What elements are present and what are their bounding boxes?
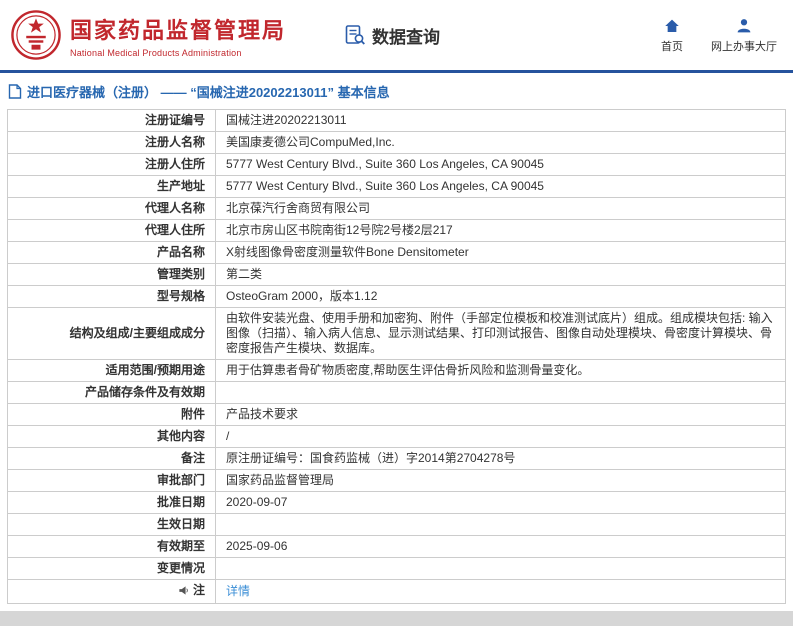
doc-magnifier-icon bbox=[345, 25, 365, 45]
table-row: 产品名称 X射线图像骨密度测量软件Bone Densitometer bbox=[7, 241, 786, 264]
row-value bbox=[215, 557, 786, 580]
row-label: 生产地址 bbox=[156, 179, 205, 193]
row-value: 国家药品监督管理局 bbox=[215, 469, 786, 492]
table-row: 附件 产品技术要求 bbox=[7, 403, 786, 426]
table-row: 适用范围/预期用途 用于估算患者骨矿物质密度,帮助医生评估骨折风险和监测骨量变化… bbox=[7, 359, 786, 382]
row-label: 审批部门 bbox=[156, 473, 205, 487]
row-label: 管理类别 bbox=[156, 267, 205, 281]
nav-service-hall-label: 网上办事大厅 bbox=[711, 40, 777, 53]
table-row: 变更情况 bbox=[7, 557, 786, 580]
row-label: 注 bbox=[192, 583, 205, 597]
page-title: 进口医疗器械（注册） —— “国械注进20202213011” 基本信息 bbox=[27, 85, 390, 100]
table-row: 生效日期 bbox=[7, 513, 786, 536]
row-label: 生效日期 bbox=[156, 517, 205, 531]
row-label: 有效期至 bbox=[156, 539, 205, 553]
nav-data-query[interactable]: 数据查询 bbox=[344, 23, 440, 48]
table-row: 注册证编号 国械注进20202213011 bbox=[7, 109, 786, 132]
row-value: X射线图像骨密度测量软件Bone Densitometer bbox=[215, 241, 786, 264]
row-value: 2025-09-06 bbox=[215, 535, 786, 558]
agency-title-block: 国家药品监督管理局 National Medical Products Admi… bbox=[70, 13, 286, 58]
table-row: 型号规格 OsteoGram 2000，版本1.12 bbox=[7, 285, 786, 308]
row-value: 北京市房山区书院南街12号院2号楼2层217 bbox=[215, 219, 786, 242]
data-query-label: 数据查询 bbox=[372, 27, 441, 47]
row-value: 2020-09-07 bbox=[215, 491, 786, 514]
row-label: 代理人住所 bbox=[144, 223, 205, 237]
row-label: 产品储存条件及有效期 bbox=[84, 385, 205, 399]
table-row: 代理人名称 北京葆汽行舍商贸有限公司 bbox=[7, 197, 786, 220]
info-table-body: 注册证编号 国械注进20202213011 注册人名称 美国康麦德公司Compu… bbox=[7, 109, 786, 604]
nav-home-label: 首页 bbox=[661, 40, 683, 53]
row-label: 批准日期 bbox=[156, 495, 205, 509]
info-table: 注册证编号 国械注进20202213011 注册人名称 美国康麦德公司Compu… bbox=[7, 109, 786, 604]
row-value: 详情 bbox=[215, 579, 786, 604]
row-label: 结构及组成/主要组成成分 bbox=[69, 326, 205, 340]
table-row: 注册人住所 5777 West Century Blvd., Suite 360… bbox=[7, 153, 786, 176]
table-row: 有效期至 2025-09-06 bbox=[7, 535, 786, 558]
agency-name-cn: 国家药品监督管理局 bbox=[70, 17, 287, 43]
row-label: 备注 bbox=[180, 451, 205, 465]
row-label: 附件 bbox=[180, 407, 205, 421]
row-label: 注册人名称 bbox=[144, 135, 205, 149]
row-label: 产品名称 bbox=[156, 245, 205, 259]
agency-name-en: National Medical Products Administration bbox=[70, 47, 242, 58]
table-row: 结构及组成/主要组成成分 由软件安装光盘、使用手册和加密狗、附件（手部定位模板和… bbox=[7, 307, 786, 360]
row-value: 5777 West Century Blvd., Suite 360 Los A… bbox=[215, 153, 786, 176]
header: 国家药品监督管理局 National Medical Products Admi… bbox=[0, 0, 793, 73]
row-value: 5777 West Century Blvd., Suite 360 Los A… bbox=[215, 175, 786, 198]
row-value: 第二类 bbox=[215, 263, 786, 286]
table-row: 生产地址 5777 West Century Blvd., Suite 360 … bbox=[7, 175, 786, 198]
row-value: 产品技术要求 bbox=[215, 403, 786, 426]
row-value: OsteoGram 2000，版本1.12 bbox=[215, 285, 786, 308]
page-title-bar: 进口医疗器械（注册） —— “国械注进20202213011” 基本信息 bbox=[0, 73, 793, 107]
table-row: 批准日期 2020-09-07 bbox=[7, 491, 786, 514]
home-icon bbox=[665, 19, 679, 32]
row-value: 国械注进20202213011 bbox=[215, 109, 786, 132]
row-label: 变更情况 bbox=[156, 561, 205, 575]
row-value bbox=[215, 513, 786, 536]
megaphone-icon bbox=[179, 586, 188, 595]
table-row: 审批部门 国家药品监督管理局 bbox=[7, 469, 786, 492]
table-row: 管理类别 第二类 bbox=[7, 263, 786, 286]
row-label: 注册人住所 bbox=[144, 157, 205, 171]
row-value: 北京葆汽行舍商贸有限公司 bbox=[215, 197, 786, 220]
person-icon bbox=[737, 18, 751, 32]
footer-bar bbox=[0, 611, 793, 626]
row-value: 用于估算患者骨矿物质密度,帮助医生评估骨折风险和监测骨量变化。 bbox=[215, 359, 786, 382]
document-icon bbox=[8, 84, 22, 99]
table-row: 注 详情 bbox=[7, 579, 786, 604]
row-label: 注册证编号 bbox=[144, 113, 205, 127]
table-row: 其他内容 / bbox=[7, 425, 786, 448]
table-row: 代理人住所 北京市房山区书院南街12号院2号楼2层217 bbox=[7, 219, 786, 242]
row-label: 型号规格 bbox=[156, 289, 205, 303]
table-row: 注册人名称 美国康麦德公司CompuMed,Inc. bbox=[7, 131, 786, 154]
row-label: 代理人名称 bbox=[144, 201, 205, 215]
row-value: 美国康麦德公司CompuMed,Inc. bbox=[215, 131, 786, 154]
table-row: 产品储存条件及有效期 bbox=[7, 381, 786, 404]
nav-service-hall[interactable]: 网上办事大厅 bbox=[711, 17, 777, 54]
detail-link[interactable]: 详情 bbox=[226, 584, 250, 598]
row-value: 原注册证编号：国食药监械（进）字2014第2704278号 bbox=[215, 447, 786, 470]
row-label: 适用范围/预期用途 bbox=[105, 363, 205, 377]
row-value: / bbox=[215, 425, 786, 448]
row-label: 其他内容 bbox=[156, 429, 205, 443]
header-nav: 首页 网上办事大厅 bbox=[661, 17, 777, 54]
row-value bbox=[215, 381, 786, 404]
row-value: 由软件安装光盘、使用手册和加密狗、附件（手部定位模板和校准测试底片）组成。组成模… bbox=[215, 307, 786, 360]
table-row: 备注 原注册证编号：国食药监械（进）字2014第2704278号 bbox=[7, 447, 786, 470]
national-emblem-logo bbox=[10, 9, 62, 61]
nav-home[interactable]: 首页 bbox=[661, 17, 683, 54]
